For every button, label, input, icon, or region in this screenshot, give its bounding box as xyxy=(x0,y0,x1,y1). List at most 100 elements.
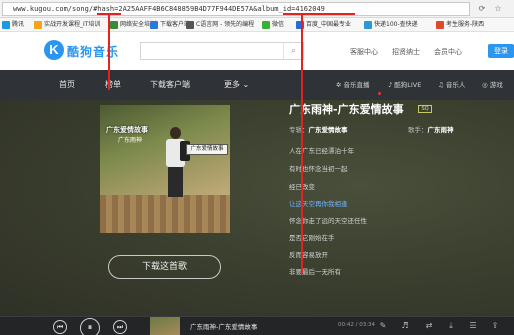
next-icon[interactable]: ⏭ xyxy=(113,320,127,334)
cover-title: 广东爱情故事 xyxy=(106,126,148,134)
annotation-line-album xyxy=(301,14,303,274)
url-rest: =2A25AAFF4B6C848859B4D77F944DE57A&album_… xyxy=(114,5,325,13)
cover-singer: 广东雨神 xyxy=(118,137,143,144)
bookmark-item[interactable]: 快递100-查快递 xyxy=(364,20,418,30)
player-time: 00:42 / 03:34 xyxy=(338,322,376,328)
lyric-line: 有时也怀念当初一起 xyxy=(289,165,348,173)
volume-icon[interactable]: ♬ xyxy=(400,321,410,331)
player-bar: ⏮ ⏸ ⏭ 广东雨神-广东爱情故事 00:42 / 03:34 ✎ ♬ ⇄ ⤓ … xyxy=(0,316,514,335)
nav-download-client[interactable]: 下载客户端 xyxy=(150,70,190,100)
bookmark-icon xyxy=(436,21,444,29)
nav-musician-label: 音乐人 xyxy=(445,81,466,89)
album-info: 专辑：广东爱情故事 xyxy=(289,124,348,134)
bookmark-label: 百度_中国最专业 xyxy=(306,21,352,28)
bookmark-item[interactable]: 微信 xyxy=(262,20,284,30)
bookmark-item[interactable]: 百度_中国最专业 xyxy=(296,20,351,30)
bookmark-item[interactable]: 下载客户端 xyxy=(150,20,190,30)
bookmark-item[interactable]: 考生服务-陕西 xyxy=(436,20,484,30)
login-button[interactable]: 登录 xyxy=(488,44,514,58)
bookmarks-bar: 腾讯 实战开发课程_IT培训 网络安全培训 下载客户端 C语言网 - 领先的编程… xyxy=(0,18,514,32)
singer-info: 歌手：广东雨神 xyxy=(408,124,454,134)
download-song-button[interactable]: 下载这首歌 xyxy=(108,255,221,279)
lyric-line: 是否它刚始在手 xyxy=(289,234,335,242)
musician-icon: ♫ xyxy=(438,81,444,89)
search-icon[interactable]: ⌕ xyxy=(283,43,303,59)
nav-games[interactable]: ◎ 游戏 xyxy=(482,70,503,100)
bookmark-label: 考生服务-陕西 xyxy=(446,21,485,28)
download-icon[interactable]: ⤓ xyxy=(446,321,456,331)
cover-floor xyxy=(100,195,230,233)
album-cover: 广东爱情故事 广东雨神 广东爱情故事 xyxy=(100,105,230,233)
bookmark-item[interactable]: 实战开发课程_IT培训 xyxy=(34,20,100,30)
bookmark-icon xyxy=(2,21,10,29)
album-label: 专辑： xyxy=(289,126,309,134)
kugou-logo-icon: K xyxy=(44,40,64,60)
vip-center-link[interactable]: 会员中心 xyxy=(434,47,462,57)
url-prefix: www.kugou.com/song/ xyxy=(13,5,94,13)
song-title: 广东雨神-广东爱情故事 xyxy=(289,103,404,116)
star-icon[interactable]: ☆ xyxy=(492,3,504,15)
bookmark-icon xyxy=(110,21,118,29)
site-header: K 酷狗音乐 ⌕ 客服中心 招贤纳士 会员中心 登录 xyxy=(0,32,514,70)
lyric-line-active: 让这天空再你我相逢 xyxy=(289,200,348,208)
lyric-line: 人在广东已经漂泊十年 xyxy=(289,147,354,155)
bookmark-icon xyxy=(262,21,270,29)
customer-service-link[interactable]: 客服中心 xyxy=(350,47,378,57)
music-note-icon: ♪ xyxy=(388,81,393,89)
mini-album-cover[interactable] xyxy=(150,317,180,335)
search-box: ⌕ xyxy=(140,42,304,60)
nav-kugou-live-label: 酷狗LIVE xyxy=(394,81,422,89)
bookmark-label: 实战开发课程_IT培训 xyxy=(44,21,101,28)
bookmark-item[interactable]: 腾讯 xyxy=(2,20,24,30)
share-icon[interactable]: ⇪ xyxy=(490,321,500,331)
previous-icon[interactable]: ⏮ xyxy=(53,320,67,334)
bookmark-item[interactable]: C语言网 - 领先的编程 xyxy=(186,20,254,30)
cover-person xyxy=(162,127,190,197)
bookmark-label: C语言网 - 领先的编程 xyxy=(196,21,255,28)
album-link[interactable]: 广东爱情故事 xyxy=(309,126,348,134)
bookmark-label: 腾讯 xyxy=(12,21,25,28)
lyrics-toggle-icon[interactable]: ✎ xyxy=(378,321,388,331)
url-hash: #hash xyxy=(93,5,115,13)
nav-live[interactable]: ✲ 音乐直播 xyxy=(336,70,370,100)
lyric-line: 非要最后一无所有 xyxy=(289,268,341,276)
bookmark-icon xyxy=(186,21,194,29)
loop-icon[interactable]: ⇄ xyxy=(424,321,434,331)
singer-link[interactable]: 广东雨神 xyxy=(428,126,454,134)
bookmark-label: 快递100-查快递 xyxy=(374,21,418,28)
lyric-line: 反而容易放开 xyxy=(289,251,328,259)
main-nav: 首页 榜单 下载客户端 更多 ⌄ ✲ 音乐直播 ♪ 酷狗LIVE ♫ 音乐人 ◎… xyxy=(0,70,514,100)
player-song-title: 广东雨神-广东爱情故事 xyxy=(190,323,258,331)
bookmark-label: 微信 xyxy=(272,21,285,28)
bookmark-icon xyxy=(150,21,158,29)
reload-icon[interactable]: ⟳ xyxy=(476,3,488,15)
url-field[interactable]: www.kugou.com/song/#hash=2A25AAFF4B6C848… xyxy=(2,2,470,16)
annotation-line-hash xyxy=(108,14,110,90)
annotation-underline-album xyxy=(283,13,355,15)
singer-label: 歌手： xyxy=(408,126,428,134)
cover-person-head xyxy=(170,127,181,139)
nav-more[interactable]: 更多 ⌄ xyxy=(224,70,249,100)
playlist-icon[interactable]: ☰ xyxy=(468,321,478,331)
bookmark-icon xyxy=(34,21,42,29)
nav-musician[interactable]: ♫ 音乐人 xyxy=(438,70,465,100)
bookmark-icon xyxy=(296,21,304,29)
nav-kugou-live[interactable]: ♪ 酷狗LIVE xyxy=(388,70,421,100)
search-input[interactable] xyxy=(141,43,283,59)
careers-link[interactable]: 招贤纳士 xyxy=(392,47,420,57)
notification-dot xyxy=(378,92,381,95)
live-icon: ✲ xyxy=(336,81,342,89)
quality-badge: SQ xyxy=(418,105,432,113)
pause-icon[interactable]: ⏸ xyxy=(80,318,100,335)
cover-person-legs xyxy=(168,167,183,197)
logo-text: 酷狗音乐 xyxy=(67,45,120,59)
bookmark-icon xyxy=(364,21,372,29)
nav-live-label: 音乐直播 xyxy=(343,81,370,89)
nav-home[interactable]: 首页 xyxy=(59,70,75,100)
game-icon: ◎ xyxy=(482,81,488,89)
nav-more-label: 更多 xyxy=(224,80,240,89)
browser-address-bar: www.kugou.com/song/#hash=2A25AAFF4B6C848… xyxy=(0,0,514,18)
url-text[interactable]: www.kugou.com/song/#hash=2A25AAFF4B6C848… xyxy=(13,5,325,13)
cover-stamp: 广东爱情故事 xyxy=(186,144,228,155)
chevron-down-icon: ⌄ xyxy=(242,80,250,89)
